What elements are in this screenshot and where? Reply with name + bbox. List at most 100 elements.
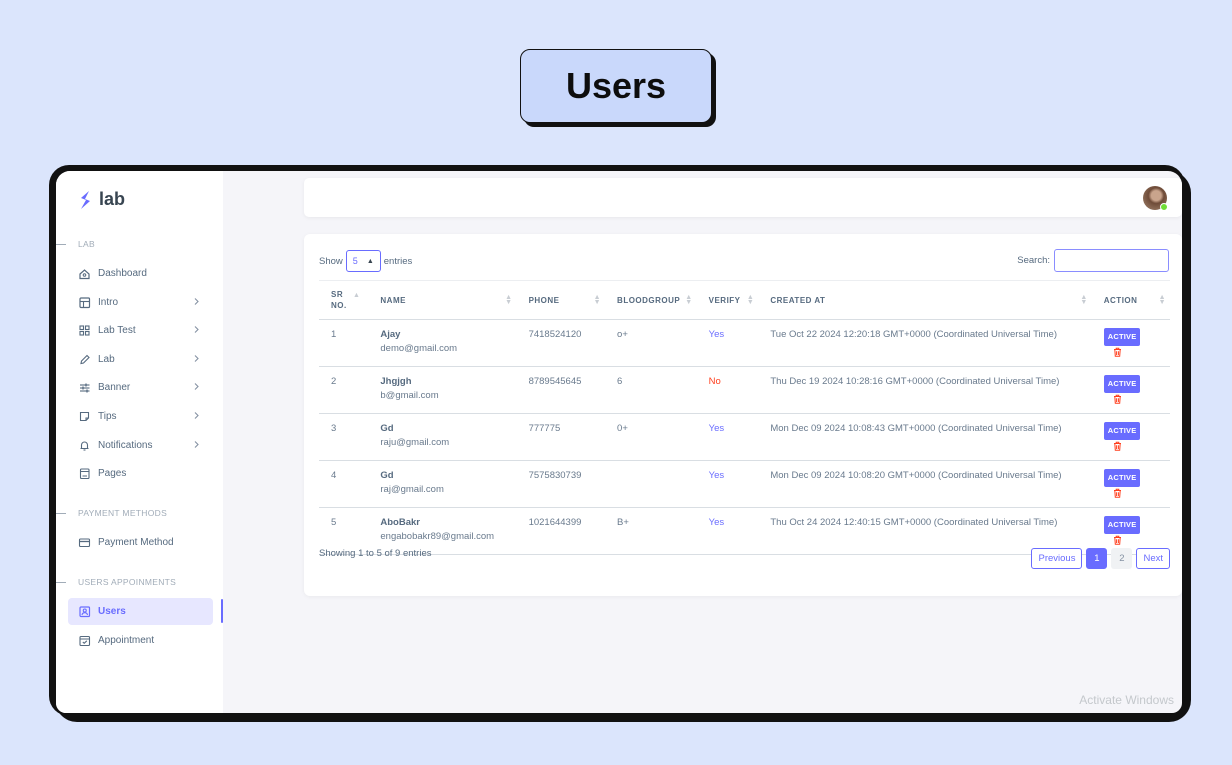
cell-phone: 7575830739	[516, 460, 606, 508]
cell-action: ACTIVE	[1091, 413, 1170, 461]
cell-verify: No	[696, 366, 759, 414]
page-title: Users	[520, 49, 712, 123]
sidebar-item-tips[interactable]: Tips	[68, 403, 213, 430]
card-icon	[78, 536, 91, 549]
top-navbar	[304, 178, 1182, 217]
sidebar-item-label: Intro	[98, 296, 119, 308]
user-name: Jhgjgh	[380, 376, 412, 387]
show-label: Show	[319, 255, 343, 267]
cell-bloodgroup: B+	[605, 507, 697, 555]
section-divider	[56, 582, 66, 583]
cell-sr-no: 1	[319, 319, 369, 367]
layout-icon	[78, 296, 91, 309]
search-input[interactable]	[1054, 249, 1169, 272]
sidebar-item-dashboard[interactable]: Dashboard	[68, 260, 213, 287]
trash-icon[interactable]	[1113, 488, 1122, 499]
sidebar-item-intro[interactable]: Intro	[68, 289, 213, 316]
sidebar-section-label: USERS APPOINMENTS	[78, 577, 177, 587]
cell-name: Jhgjgh b@gmail.com	[368, 366, 517, 414]
sidebar-item-label: Users	[98, 606, 126, 617]
pencil-icon	[78, 353, 91, 366]
user-name: Gd	[380, 423, 394, 434]
cell-name: Ajay demo@gmail.com	[368, 319, 517, 367]
trash-icon[interactable]	[1113, 394, 1122, 405]
cell-action: ACTIVE	[1091, 460, 1170, 508]
sidebar-item-lab-test[interactable]: Lab Test	[68, 317, 213, 344]
user-name: Ajay	[380, 329, 401, 340]
column-header-verify[interactable]: VERIFY ▲ ▼	[696, 280, 759, 320]
sidebar-item-label: Tips	[98, 411, 117, 422]
calendar-check-icon	[78, 634, 91, 647]
active-indicator	[221, 599, 223, 623]
sort-arrows-icon: ▲ ▼	[352, 292, 361, 304]
cell-phone: 777775	[516, 413, 606, 461]
column-header-label: ACTION	[1103, 295, 1138, 305]
trash-icon[interactable]	[1113, 535, 1122, 546]
sidebar-item-appointment[interactable]: Appointment	[68, 627, 213, 654]
status-badge[interactable]: ACTIVE	[1103, 328, 1141, 346]
cell-bloodgroup: o+	[605, 319, 697, 367]
cell-phone: 7418524120	[516, 319, 606, 367]
sidebar-item-banner[interactable]: Banner	[68, 374, 213, 401]
sidebar-item-label: Banner	[98, 382, 131, 394]
cell-action: ACTIVE	[1091, 366, 1170, 414]
trash-icon[interactable]	[1113, 441, 1122, 452]
page-button-2[interactable]: 2	[1111, 548, 1133, 569]
status-badge[interactable]: ACTIVE	[1103, 469, 1141, 487]
sidebar-item-label: Lab Test	[98, 325, 136, 337]
column-header-label: VERIFY	[708, 295, 741, 305]
cell-verify: Yes	[696, 319, 759, 367]
trash-icon[interactable]	[1113, 347, 1122, 358]
cell-created-at: Mon Dec 09 2024 10:08:20 GMT+0000 (Coord…	[758, 460, 1092, 508]
user-name: Gd	[380, 470, 394, 481]
pagination: Previous 1 2 Next	[1031, 548, 1170, 569]
sidebar-item-lab[interactable]: Lab	[68, 346, 213, 373]
sidebar-item-notifications[interactable]: Notifications	[68, 432, 213, 459]
next-page-button[interactable]: Next	[1136, 548, 1170, 569]
user-name: AboBakr	[380, 517, 420, 528]
cell-sr-no: 3	[319, 413, 369, 461]
user-email: raju@gmail.com	[380, 437, 450, 448]
column-header-action[interactable]: ACTION ▲ ▼	[1091, 280, 1170, 320]
home-icon	[78, 267, 91, 280]
page-button-1[interactable]: 1	[1086, 548, 1108, 569]
cell-sr-no: 2	[319, 366, 369, 414]
sort-arrows-icon: ▲ ▼	[593, 294, 602, 306]
grid-icon	[78, 324, 91, 337]
avatar[interactable]	[1143, 186, 1168, 211]
cell-created-at: Tue Oct 22 2024 12:20:18 GMT+0000 (Coord…	[758, 319, 1092, 367]
sidebar-item-pages[interactable]: Pages	[68, 460, 213, 487]
brand[interactable]: lab	[78, 189, 125, 210]
sliders-icon	[78, 381, 91, 394]
app-frame: lab LAB Dashboard Intro Lab Test Lab Banner Ti…	[49, 165, 1185, 716]
column-header-phone[interactable]: PHONE ▲ ▼	[516, 280, 606, 320]
online-status-dot	[1160, 203, 1168, 211]
table-header-row: SR NO. ▲ ▼ NAME ▲ ▼ PHONE ▲ ▼ BLOODGROUP ▲ ▼ VERIFY ▲…	[319, 280, 1170, 320]
sidebar-item-label: Lab	[98, 353, 115, 365]
entries-value: 5	[352, 256, 358, 266]
status-badge[interactable]: ACTIVE	[1103, 422, 1141, 440]
column-header-label: SR NO.	[331, 290, 347, 310]
status-badge[interactable]: ACTIVE	[1103, 375, 1141, 393]
chevron-right-icon	[192, 411, 201, 420]
title-badge: Users	[520, 49, 716, 127]
previous-page-button[interactable]: Previous	[1031, 548, 1083, 569]
column-header-label: BLOODGROUP	[617, 295, 681, 305]
sidebar-item-payment-method[interactable]: Payment Method	[68, 529, 213, 556]
column-header-sr-no[interactable]: SR NO. ▲ ▼	[319, 280, 369, 320]
users-table-card: Show 5 ▲︎ entries Search: SR NO. ▲ ▼ NAME ▲ ▼…	[304, 234, 1182, 596]
select-caret-icon: ▲︎	[366, 257, 374, 265]
cell-bloodgroup: 0+	[605, 413, 697, 461]
column-header-name[interactable]: NAME ▲ ▼	[368, 280, 517, 320]
search-control: Search:	[1017, 249, 1169, 272]
sidebar-item-users[interactable]: Users	[68, 598, 213, 625]
chevron-right-icon	[192, 325, 201, 334]
entries-label: entries	[383, 255, 413, 267]
table-row: 2 Jhgjgh b@gmail.com 8789545645 6 No Thu Dec 1…	[319, 366, 1170, 414]
column-header-created-at[interactable]: CREATED AT ▲ ▼	[758, 280, 1092, 320]
status-badge[interactable]: ACTIVE	[1103, 516, 1141, 534]
column-header-bloodgroup[interactable]: BLOODGROUP ▲ ▼	[605, 280, 697, 320]
sort-arrows-icon: ▲ ▼	[746, 294, 755, 306]
entries-select[interactable]: 5 ▲︎	[345, 250, 381, 272]
sidebar-item-label: Dashboard	[98, 268, 147, 279]
